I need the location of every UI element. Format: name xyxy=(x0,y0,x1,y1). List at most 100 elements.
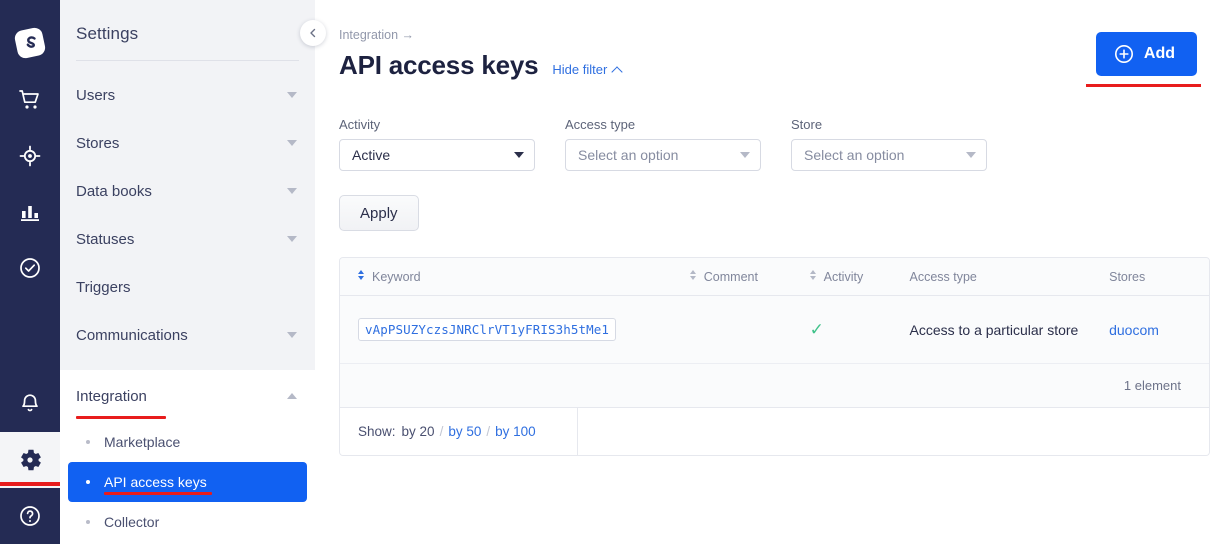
apply-button[interactable]: Apply xyxy=(339,195,419,231)
show-label: Show: xyxy=(358,424,396,439)
integration-section: Integration Marketplace API access keys … xyxy=(60,370,315,544)
table-head: Keyword Comment Activity Access type Sto xyxy=(340,258,1209,296)
chevron-down-icon xyxy=(287,140,297,146)
cell-activity: ✓ xyxy=(810,296,910,364)
filter-bar: Activity Active Access type Select an op… xyxy=(339,117,1197,171)
table-body: vApPSUZYczsJNRClrVT1yFRIS3h5tMe1 ✓ Acces… xyxy=(340,296,1209,408)
column-header-comment[interactable]: Comment xyxy=(690,258,810,296)
hide-filter-toggle[interactable]: Hide filter xyxy=(552,62,621,77)
cell-stores: duocom xyxy=(1109,296,1209,364)
sidebar-item-marketplace[interactable]: Marketplace xyxy=(68,422,307,462)
column-header-label: Access type xyxy=(909,270,976,284)
integration-annotation-underline xyxy=(76,416,166,419)
column-header-label: Activity xyxy=(824,270,864,284)
sidebar-item-triggers[interactable]: Triggers xyxy=(60,263,315,311)
sort-icon[interactable] xyxy=(690,270,697,280)
help-circle-icon[interactable] xyxy=(0,488,60,544)
bell-icon[interactable] xyxy=(0,376,60,432)
target-icon[interactable] xyxy=(0,128,60,184)
table-row[interactable]: vApPSUZYczsJNRClrVT1yFRIS3h5tMe1 ✓ Acces… xyxy=(340,296,1209,364)
filter-access-type: Access type Select an option xyxy=(565,117,761,171)
chevron-down-icon xyxy=(287,92,297,98)
sidebar-item-users[interactable]: Users xyxy=(60,71,315,119)
page-size-selector: Show: by 20 / by 50 / by 100 xyxy=(340,408,578,455)
chevron-down-icon xyxy=(287,332,297,338)
api-key-chip[interactable]: vApPSUZYczsJNRClrVT1yFRIS3h5tMe1 xyxy=(358,318,616,341)
element-count: 1 element xyxy=(340,364,1209,408)
main-content: Integration → API access keys Hide filte… xyxy=(315,0,1225,544)
check-circle-icon[interactable] xyxy=(0,240,60,296)
page-title: API access keys xyxy=(339,50,538,81)
column-header-activity[interactable]: Activity xyxy=(810,258,910,296)
gear-annotation-underline xyxy=(0,482,60,486)
sort-icon[interactable] xyxy=(358,270,365,280)
filter-activity: Activity Active xyxy=(339,117,535,171)
bar-chart-icon[interactable] xyxy=(0,184,60,240)
hide-filter-label: Hide filter xyxy=(552,62,607,77)
sidebar-item-label: Users xyxy=(76,87,115,104)
cell-comment xyxy=(690,296,810,364)
chevron-down-icon xyxy=(287,236,297,242)
app-root: Settings Users Stores Data books Statuse… xyxy=(0,0,1225,544)
chevron-down-icon xyxy=(966,152,976,158)
chevron-up-icon xyxy=(612,66,623,77)
filter-activity-select[interactable]: Active xyxy=(339,139,535,171)
sidebar-item-label: Statuses xyxy=(76,231,134,248)
sidebar-item-communications[interactable]: Communications xyxy=(60,311,315,359)
filter-access-type-select[interactable]: Select an option xyxy=(565,139,761,171)
bullet-icon xyxy=(86,440,90,444)
sidebar-collapse-button[interactable] xyxy=(300,20,326,46)
column-header-access-type: Access type xyxy=(909,258,1109,296)
bullet-icon xyxy=(86,520,90,524)
rail-top-group xyxy=(0,14,60,296)
filter-store-label: Store xyxy=(791,117,987,132)
bullet-icon xyxy=(86,480,90,484)
rail-bottom-group xyxy=(0,376,60,544)
sidebar-item-stores[interactable]: Stores xyxy=(60,119,315,167)
filter-store-value: Select an option xyxy=(804,147,904,163)
filter-activity-label: Activity xyxy=(339,117,535,132)
cart-icon[interactable] xyxy=(0,72,60,128)
chevron-down-icon xyxy=(514,152,524,158)
sidebar-item-integration[interactable]: Integration xyxy=(60,370,315,422)
column-header-keyword[interactable]: Keyword xyxy=(340,258,690,296)
sidebar-item-collector[interactable]: Collector xyxy=(68,502,307,542)
sidebar-subitem-label: API access keys xyxy=(104,474,207,490)
gear-icon[interactable] xyxy=(0,432,60,488)
add-annotation-underline xyxy=(1086,84,1201,87)
pagination-spacer xyxy=(578,408,1209,455)
breadcrumb[interactable]: Integration → xyxy=(339,28,1197,42)
filter-access-type-value: Select an option xyxy=(578,147,678,163)
add-button-label: Add xyxy=(1144,45,1175,63)
store-link[interactable]: duocom xyxy=(1109,322,1159,338)
filter-activity-value: Active xyxy=(352,147,390,163)
sidebar-item-data-books[interactable]: Data books xyxy=(60,167,315,215)
sidebar-item-statuses[interactable]: Statuses xyxy=(60,215,315,263)
page-size-separator: / xyxy=(440,424,444,439)
add-button[interactable]: Add xyxy=(1096,32,1197,76)
sort-icon[interactable] xyxy=(810,270,817,280)
cell-access-type: Access to a particular store xyxy=(909,296,1109,364)
page-size-separator: / xyxy=(486,424,490,439)
filter-store: Store Select an option xyxy=(791,117,987,171)
chevron-down-icon xyxy=(740,152,750,158)
api-keys-table: Keyword Comment Activity Access type Sto xyxy=(339,257,1210,456)
column-header-label: Keyword xyxy=(372,270,421,284)
column-header-label: Comment xyxy=(704,270,758,284)
column-header-stores: Stores xyxy=(1109,258,1209,296)
chevron-down-icon xyxy=(287,188,297,194)
sidebar-item-label: Stores xyxy=(76,135,119,152)
sidebar-item-label: Triggers xyxy=(76,279,130,296)
page-size-50[interactable]: by 50 xyxy=(448,424,481,439)
sidebar-item-api-access-keys[interactable]: API access keys xyxy=(68,462,307,502)
table-count-row: 1 element xyxy=(340,364,1209,408)
page-size-100[interactable]: by 100 xyxy=(495,424,536,439)
pagination-row: Show: by 20 / by 50 / by 100 xyxy=(340,408,1209,455)
page-size-20[interactable]: by 20 xyxy=(402,424,435,439)
title-row: API access keys Hide filter xyxy=(339,50,1197,81)
column-header-label: Stores xyxy=(1109,270,1145,284)
filter-store-select[interactable]: Select an option xyxy=(791,139,987,171)
table-header-row: Keyword Comment Activity Access type Sto xyxy=(340,258,1209,296)
brand-logo-icon[interactable] xyxy=(0,14,60,72)
api-keys-table-element: Keyword Comment Activity Access type Sto xyxy=(340,258,1209,408)
